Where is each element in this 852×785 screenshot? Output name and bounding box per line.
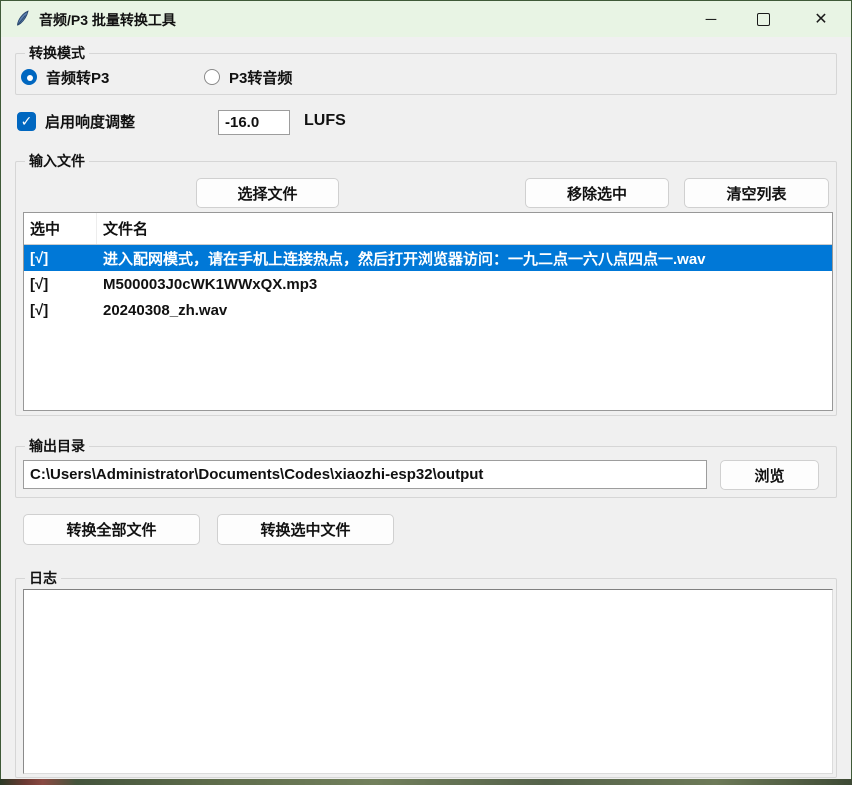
output-directory-label: 输出目录 [25, 437, 89, 456]
row-checked-cell[interactable]: [√] [24, 250, 97, 267]
row-filename-cell[interactable]: 20240308_zh.wav [97, 302, 832, 319]
titlebar[interactable]: 音频/P3 批量转换工具 ─ ✕ [1, 1, 851, 37]
file-table: 选中 文件名 [√]进入配网模式，请在手机上连接热点，然后打开浏览器访问：一九二… [23, 212, 833, 411]
lufs-unit-label: LUFS [304, 112, 346, 130]
table-row[interactable]: [√]进入配网模式，请在手机上连接热点，然后打开浏览器访问：一九二点一六八点四点… [24, 245, 832, 271]
browse-button[interactable]: 浏览 [720, 460, 819, 490]
input-files-label: 输入文件 [25, 152, 89, 171]
file-table-header[interactable]: 选中 文件名 [24, 213, 832, 245]
loudness-value-input[interactable] [218, 110, 290, 135]
app-window: 音频/P3 批量转换工具 ─ ✕ 转换模式 音频转P3 P3转音频 [0, 0, 852, 779]
table-row[interactable]: [√]20240308_zh.wav [24, 297, 832, 323]
select-files-button[interactable]: 选择文件 [196, 178, 339, 208]
radio-audio-to-p3-label: 音频转P3 [46, 67, 109, 88]
minimize-icon: ─ [706, 11, 717, 28]
app-feather-icon [14, 10, 31, 28]
row-filename-cell[interactable]: 进入配网模式，请在手机上连接热点，然后打开浏览器访问：一九二点一六八点四点一.w… [97, 248, 832, 269]
header-filename-column[interactable]: 文件名 [97, 218, 832, 239]
convert-selected-button[interactable]: 转换选中文件 [217, 514, 394, 545]
desktop-background: 音频/P3 批量转换工具 ─ ✕ 转换模式 音频转P3 P3转音频 [0, 0, 852, 785]
conversion-mode-label: 转换模式 [25, 44, 89, 63]
loudness-checkbox-label: 启用响度调整 [45, 111, 135, 132]
log-textarea[interactable] [23, 589, 833, 774]
maximize-button[interactable] [737, 1, 789, 37]
row-checked-cell[interactable]: [√] [24, 276, 97, 293]
radio-icon [204, 69, 220, 85]
maximize-icon [757, 13, 770, 26]
clear-list-button[interactable]: 清空列表 [684, 178, 829, 208]
header-checked-column[interactable]: 选中 [24, 213, 97, 244]
remove-selected-button[interactable]: 移除选中 [525, 178, 669, 208]
log-label: 日志 [25, 569, 61, 588]
convert-all-button[interactable]: 转换全部文件 [23, 514, 200, 545]
table-row[interactable]: [√]M500003J0cWK1WWxQX.mp3 [24, 271, 832, 297]
radio-p3-to-audio-label: P3转音频 [229, 67, 292, 88]
radio-icon [21, 69, 37, 85]
window-title: 音频/P3 批量转换工具 [39, 10, 176, 30]
radio-p3-to-audio[interactable]: P3转音频 [204, 67, 292, 87]
row-filename-cell[interactable]: M500003J0cWK1WWxQX.mp3 [97, 276, 832, 293]
loudness-checkbox[interactable]: ✓ [17, 112, 36, 131]
output-path-input[interactable] [23, 460, 707, 489]
conversion-mode-group: 转换模式 [15, 53, 837, 95]
minimize-button[interactable]: ─ [685, 1, 737, 37]
close-icon: ✕ [814, 9, 827, 29]
loudness-checkbox-row[interactable]: ✓ 启用响度调整 [17, 110, 135, 132]
close-button[interactable]: ✕ [795, 1, 847, 37]
row-checked-cell[interactable]: [√] [24, 302, 97, 319]
check-icon: ✓ [21, 113, 33, 130]
radio-audio-to-p3[interactable]: 音频转P3 [21, 67, 109, 87]
file-table-body: [√]进入配网模式，请在手机上连接热点，然后打开浏览器访问：一九二点一六八点四点… [24, 245, 832, 323]
